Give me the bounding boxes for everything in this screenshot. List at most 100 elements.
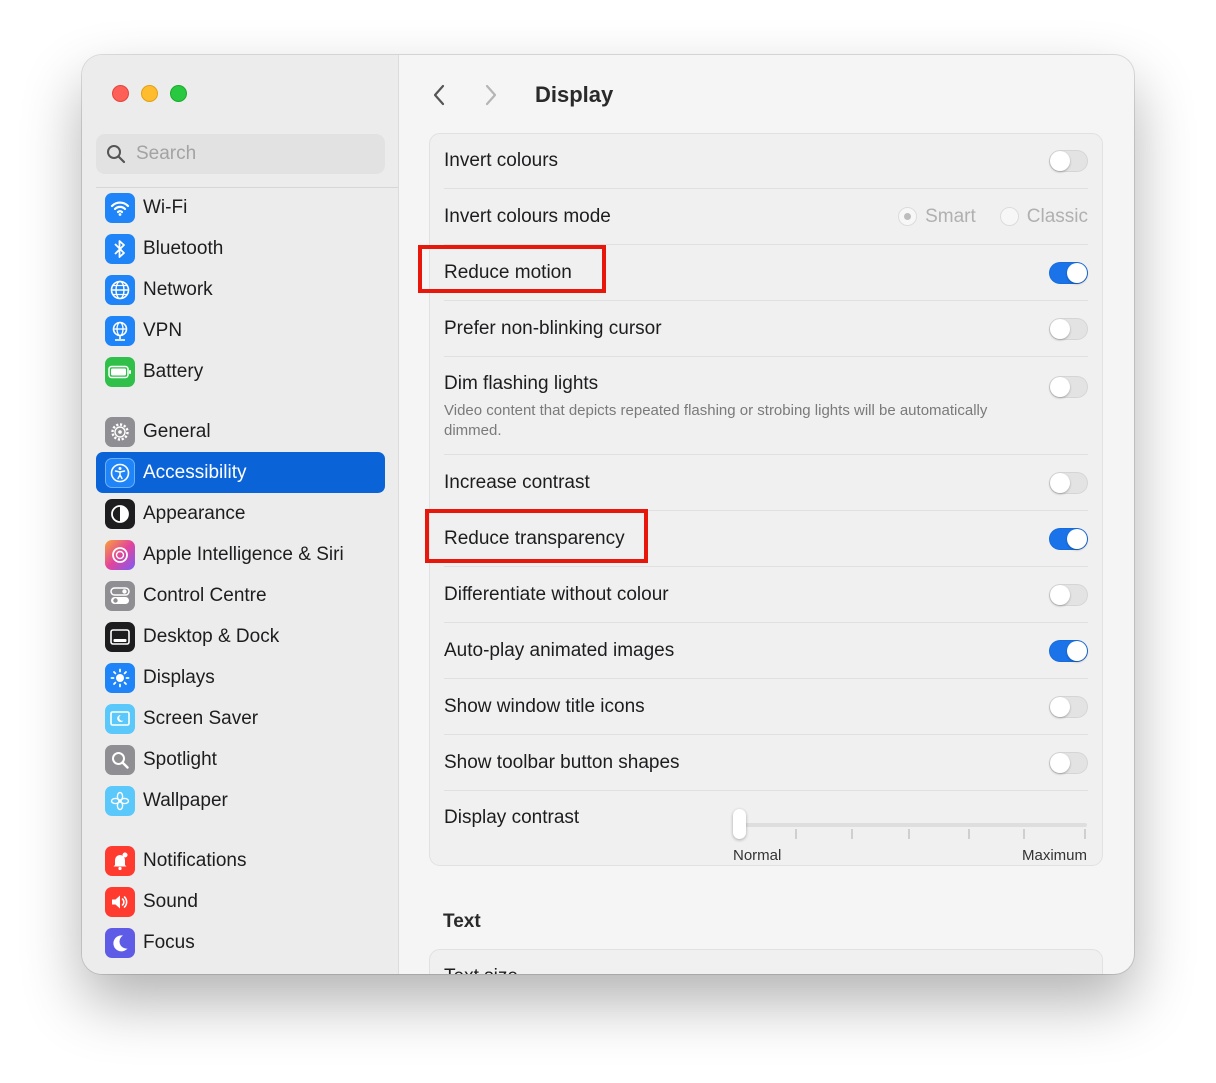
slider-tick (1084, 829, 1086, 839)
autoplay-toggle[interactable] (1049, 639, 1088, 662)
forward-button[interactable] (471, 77, 511, 113)
reduce-transparency-toggle[interactable] (1049, 527, 1088, 550)
sidebar-item-accessibility[interactable]: Accessibility (96, 452, 385, 493)
non-blinking-cursor-label: Prefer non-blinking cursor (444, 317, 662, 339)
sidebar-item-label: Accessibility (143, 461, 247, 483)
sidebar-item-desktop-dock[interactable]: Desktop & Dock (96, 616, 385, 657)
close-window-button[interactable] (112, 85, 129, 102)
row-invert-colours-mode: Invert colours mode Smart Classic (444, 189, 1088, 245)
differentiate-toggle[interactable] (1049, 583, 1088, 606)
sidebar-item-notifications[interactable]: Notifications (96, 840, 385, 881)
increase-contrast-toggle[interactable] (1049, 471, 1088, 494)
slider-tick (968, 829, 970, 839)
main-pane: Display Invert colours Invert colours mo… (399, 55, 1134, 974)
reduce-motion-toggle[interactable] (1049, 261, 1088, 284)
sidebar-item-label: Desktop & Dock (143, 625, 280, 647)
sidebar: Wi-Fi Bluetooth Network VP (82, 55, 399, 974)
sidebar-item-general[interactable]: General (96, 411, 385, 452)
sidebar-item-label: Focus (143, 931, 195, 953)
zoom-window-button[interactable] (170, 85, 187, 102)
vpn-globe-icon (105, 315, 135, 346)
row-differentiate-without-colour: Differentiate without colour (444, 567, 1088, 623)
bell-icon (105, 845, 135, 876)
slider-track (733, 823, 1087, 827)
display-contrast-label: Display contrast (444, 807, 580, 828)
dim-flashing-label: Dim flashing lights (444, 373, 599, 394)
window-title-icons-label: Show window title icons (444, 695, 645, 717)
display-contrast-slider[interactable]: Normal Maximum (733, 807, 1087, 864)
invert-mode-radio-group: Smart Classic (898, 206, 1088, 228)
search-field[interactable] (96, 134, 385, 174)
radio-smart[interactable]: Smart (898, 206, 976, 228)
moon-icon (105, 927, 135, 958)
sidebar-item-sound[interactable]: Sound (96, 881, 385, 922)
radio-classic[interactable]: Classic (999, 206, 1088, 228)
text-size-label: Text size (444, 966, 518, 974)
sidebar-item-label: Displays (143, 666, 215, 688)
gear-icon (105, 416, 135, 447)
invert-colours-mode-label: Invert colours mode (444, 205, 611, 227)
sidebar-item-label: Apple Intelligence & Siri (143, 543, 344, 565)
slider-max-label: Maximum (1021, 847, 1087, 864)
traffic-lights (112, 85, 187, 102)
dim-flashing-text: Dim flashing lights Video content that d… (444, 373, 1024, 441)
sidebar-item-label: Spotlight (143, 748, 217, 770)
slider-thumb[interactable] (733, 809, 746, 839)
sidebar-item-bluetooth[interactable]: Bluetooth (96, 228, 385, 269)
back-button[interactable] (419, 77, 459, 113)
sidebar-item-label: General (143, 420, 211, 442)
magnifier-icon (105, 744, 135, 775)
window-title-icons-toggle[interactable] (1049, 695, 1088, 718)
appearance-icon (105, 498, 135, 529)
sidebar-item-spotlight[interactable]: Spotlight (96, 739, 385, 780)
sidebar-item-wifi[interactable]: Wi-Fi (96, 187, 385, 228)
dim-flashing-description: Video content that depicts repeated flas… (444, 402, 988, 439)
wifi-icon (105, 192, 135, 223)
reduce-motion-label: Reduce motion (444, 261, 572, 283)
search-input[interactable] (136, 143, 356, 165)
minimize-window-button[interactable] (141, 85, 158, 102)
row-toolbar-button-shapes: Show toolbar button shapes (444, 735, 1088, 791)
toolbar-button-shapes-label: Show toolbar button shapes (444, 751, 680, 773)
sidebar-item-screen-saver[interactable]: Screen Saver (96, 698, 385, 739)
text-section-title: Text (443, 911, 481, 932)
sidebar-item-network[interactable]: Network (96, 269, 385, 310)
battery-icon (105, 356, 135, 387)
settings-window: Wi-Fi Bluetooth Network VP (82, 55, 1134, 974)
siri-icon (105, 539, 135, 570)
sidebar-list: Wi-Fi Bluetooth Network VPN Battery Gene… (96, 187, 385, 963)
screen-saver-icon (105, 703, 135, 734)
sidebar-item-label: Network (143, 278, 213, 300)
sidebar-item-wallpaper[interactable]: Wallpaper (96, 780, 385, 821)
dim-flashing-toggle[interactable] (1049, 376, 1088, 398)
toolbar-button-shapes-toggle[interactable] (1049, 751, 1088, 774)
radio-smart-label: Smart (925, 205, 976, 227)
invert-colours-toggle[interactable] (1049, 150, 1088, 172)
row-invert-colours: Invert colours (444, 134, 1088, 189)
row-increase-contrast: Increase contrast (444, 455, 1088, 511)
invert-colours-label: Invert colours (444, 150, 559, 171)
sidebar-item-control-centre[interactable]: Control Centre (96, 575, 385, 616)
sidebar-item-displays[interactable]: Displays (96, 657, 385, 698)
flower-icon (105, 785, 135, 816)
sidebar-item-battery[interactable]: Battery (96, 351, 385, 392)
sidebar-item-vpn[interactable]: VPN (96, 310, 385, 351)
sidebar-item-label: Wallpaper (143, 789, 228, 811)
sidebar-item-focus[interactable]: Focus (96, 922, 385, 963)
sidebar-item-appearance[interactable]: Appearance (96, 493, 385, 534)
row-dim-flashing-lights: Dim flashing lights Video content that d… (444, 357, 1088, 455)
non-blinking-cursor-toggle[interactable] (1049, 317, 1088, 340)
increase-contrast-label: Increase contrast (444, 471, 590, 493)
row-window-title-icons: Show window title icons (444, 679, 1088, 735)
sidebar-item-label: Bluetooth (143, 237, 224, 259)
reduce-transparency-label: Reduce transparency (444, 527, 625, 549)
sidebar-item-label: Sound (143, 890, 198, 912)
sun-icon (105, 662, 135, 693)
speaker-icon (105, 886, 135, 917)
search-icon (107, 145, 126, 164)
radio-dot-selected (898, 207, 918, 226)
control-centre-icon (105, 580, 135, 611)
sidebar-item-apple-intelligence-siri[interactable]: Apple Intelligence & Siri (96, 534, 385, 575)
